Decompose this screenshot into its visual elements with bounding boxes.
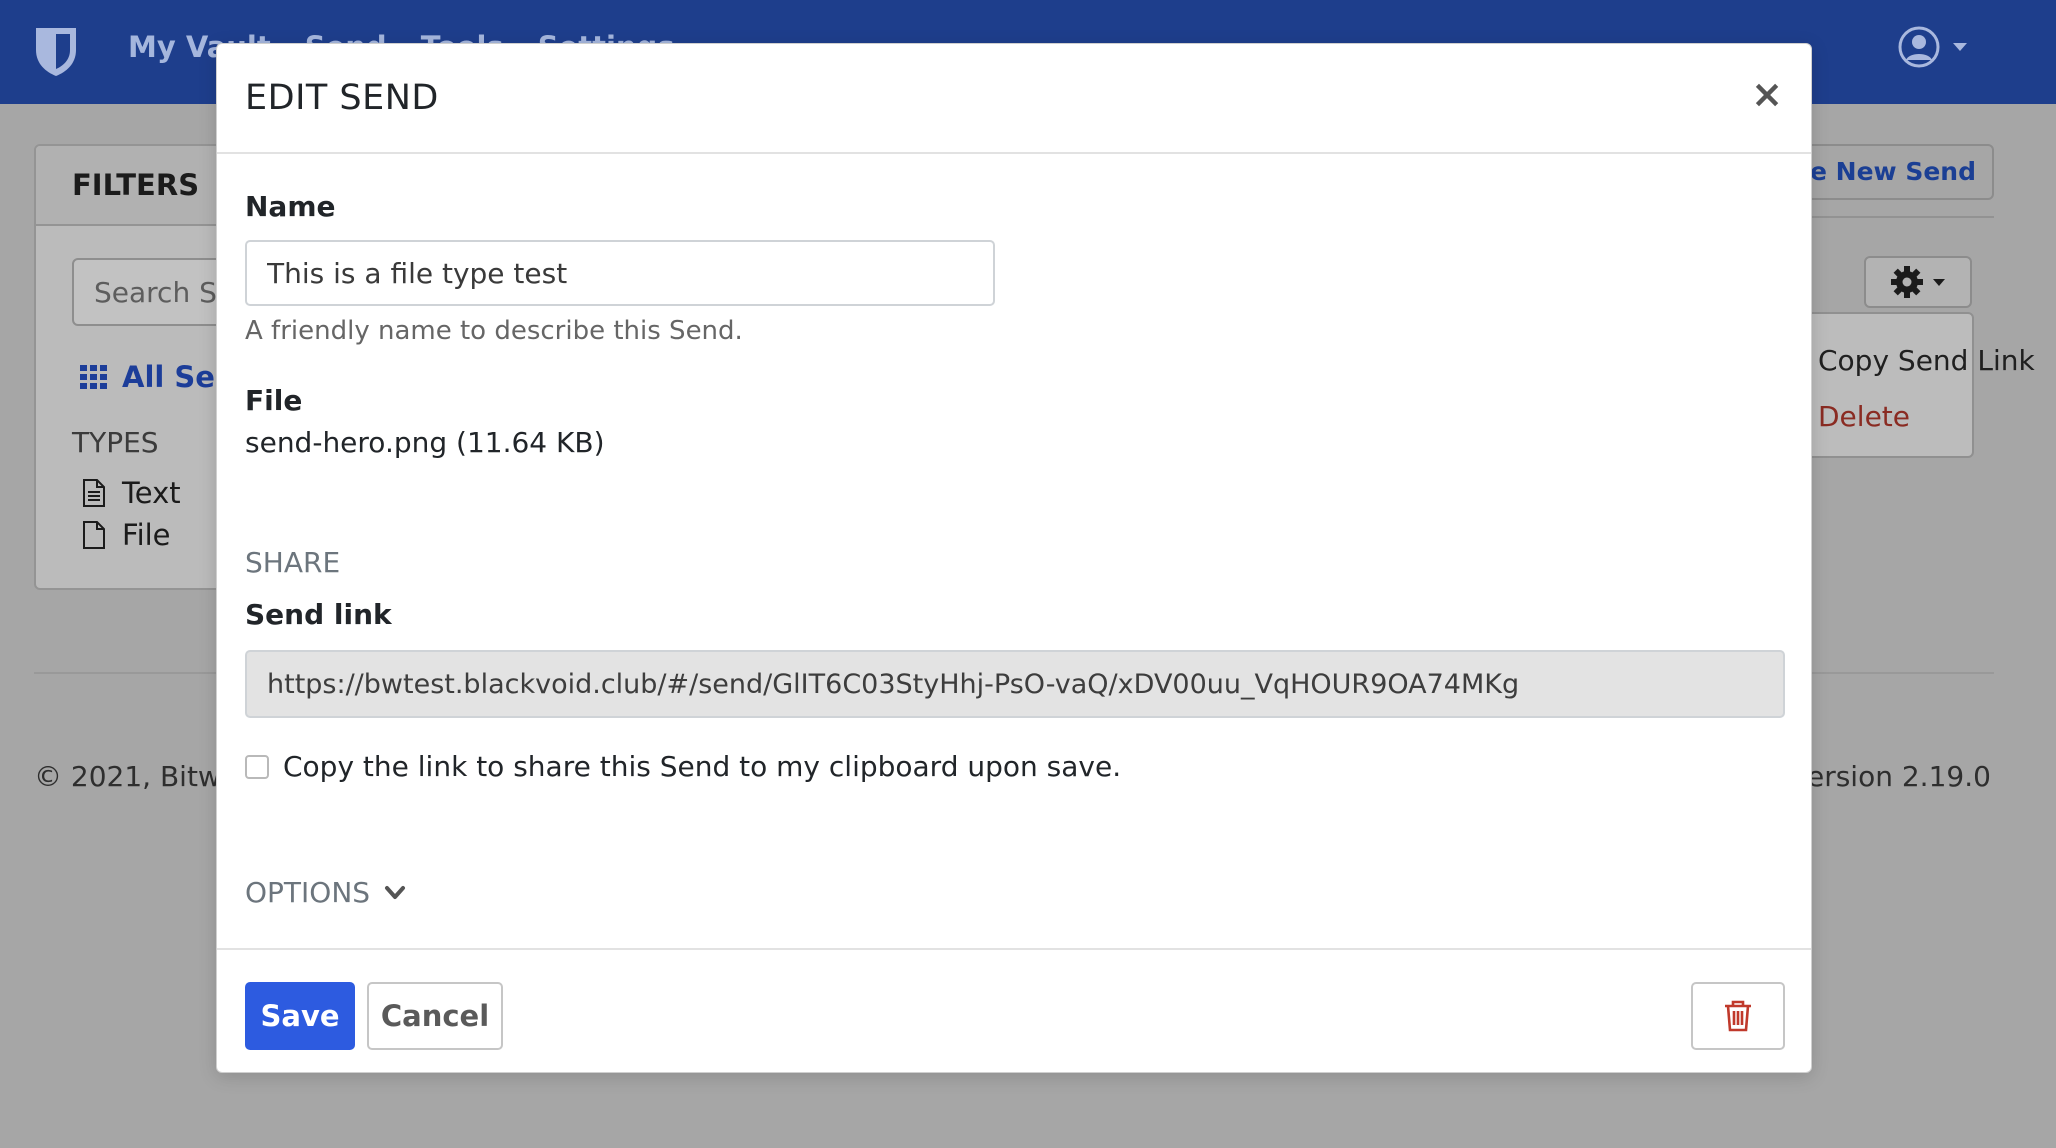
name-label: Name: [245, 190, 336, 223]
modal-title: EDIT SEND: [245, 78, 439, 118]
dropdown-delete[interactable]: Delete: [1818, 400, 1910, 433]
grid-icon: [80, 365, 107, 389]
delete-button[interactable]: [1691, 982, 1785, 1050]
options-label: OPTIONS: [245, 876, 371, 909]
modal-header: EDIT SEND ×: [217, 44, 1811, 154]
save-button[interactable]: Save: [245, 982, 355, 1050]
file-label: File: [245, 384, 303, 417]
file-text-icon: [83, 479, 105, 507]
share-heading: SHARE: [245, 546, 341, 579]
copy-link-checkbox[interactable]: [245, 754, 269, 779]
modal-footer: Save Cancel: [217, 948, 1811, 1072]
send-options-button[interactable]: [1864, 256, 1972, 308]
type-text-label: Text: [122, 476, 181, 510]
dropdown-copy-send-link[interactable]: Copy Send Link: [1818, 344, 2035, 377]
filter-type-file[interactable]: File: [82, 518, 171, 552]
chevron-down-icon: [385, 885, 406, 899]
footer-version: Version 2.19.0: [1790, 760, 1991, 793]
file-icon: [83, 521, 105, 549]
filter-type-text[interactable]: Text: [82, 476, 181, 510]
trash-icon: [1725, 1000, 1751, 1032]
name-help-text: A friendly name to describe this Send.: [245, 316, 743, 346]
send-link-input[interactable]: [245, 650, 1785, 718]
close-button[interactable]: ×: [1747, 74, 1787, 114]
gear-icon: [1891, 266, 1923, 298]
copy-link-row[interactable]: Copy the link to share this Send to my c…: [245, 750, 1121, 783]
edit-send-modal: EDIT SEND × Name A friendly name to desc…: [216, 43, 1812, 1073]
account-menu[interactable]: [1898, 26, 1968, 68]
copy-link-label[interactable]: Copy the link to share this Send to my c…: [283, 750, 1121, 783]
send-options-dropdown: Copy Send Link Delete: [1790, 312, 2035, 458]
send-link-label: Send link: [245, 598, 392, 631]
user-circle-icon: [1898, 26, 1940, 68]
name-input[interactable]: [245, 240, 995, 306]
caret-down-icon: [1953, 43, 1967, 51]
cancel-button[interactable]: Cancel: [367, 982, 503, 1050]
type-file-label: File: [122, 518, 171, 552]
shield-icon[interactable]: [32, 26, 80, 78]
file-info: send-hero.png (11.64 KB): [245, 426, 605, 459]
types-heading: TYPES: [72, 426, 159, 459]
options-toggle[interactable]: OPTIONS: [245, 876, 406, 909]
caret-down-icon: [1933, 278, 1945, 286]
